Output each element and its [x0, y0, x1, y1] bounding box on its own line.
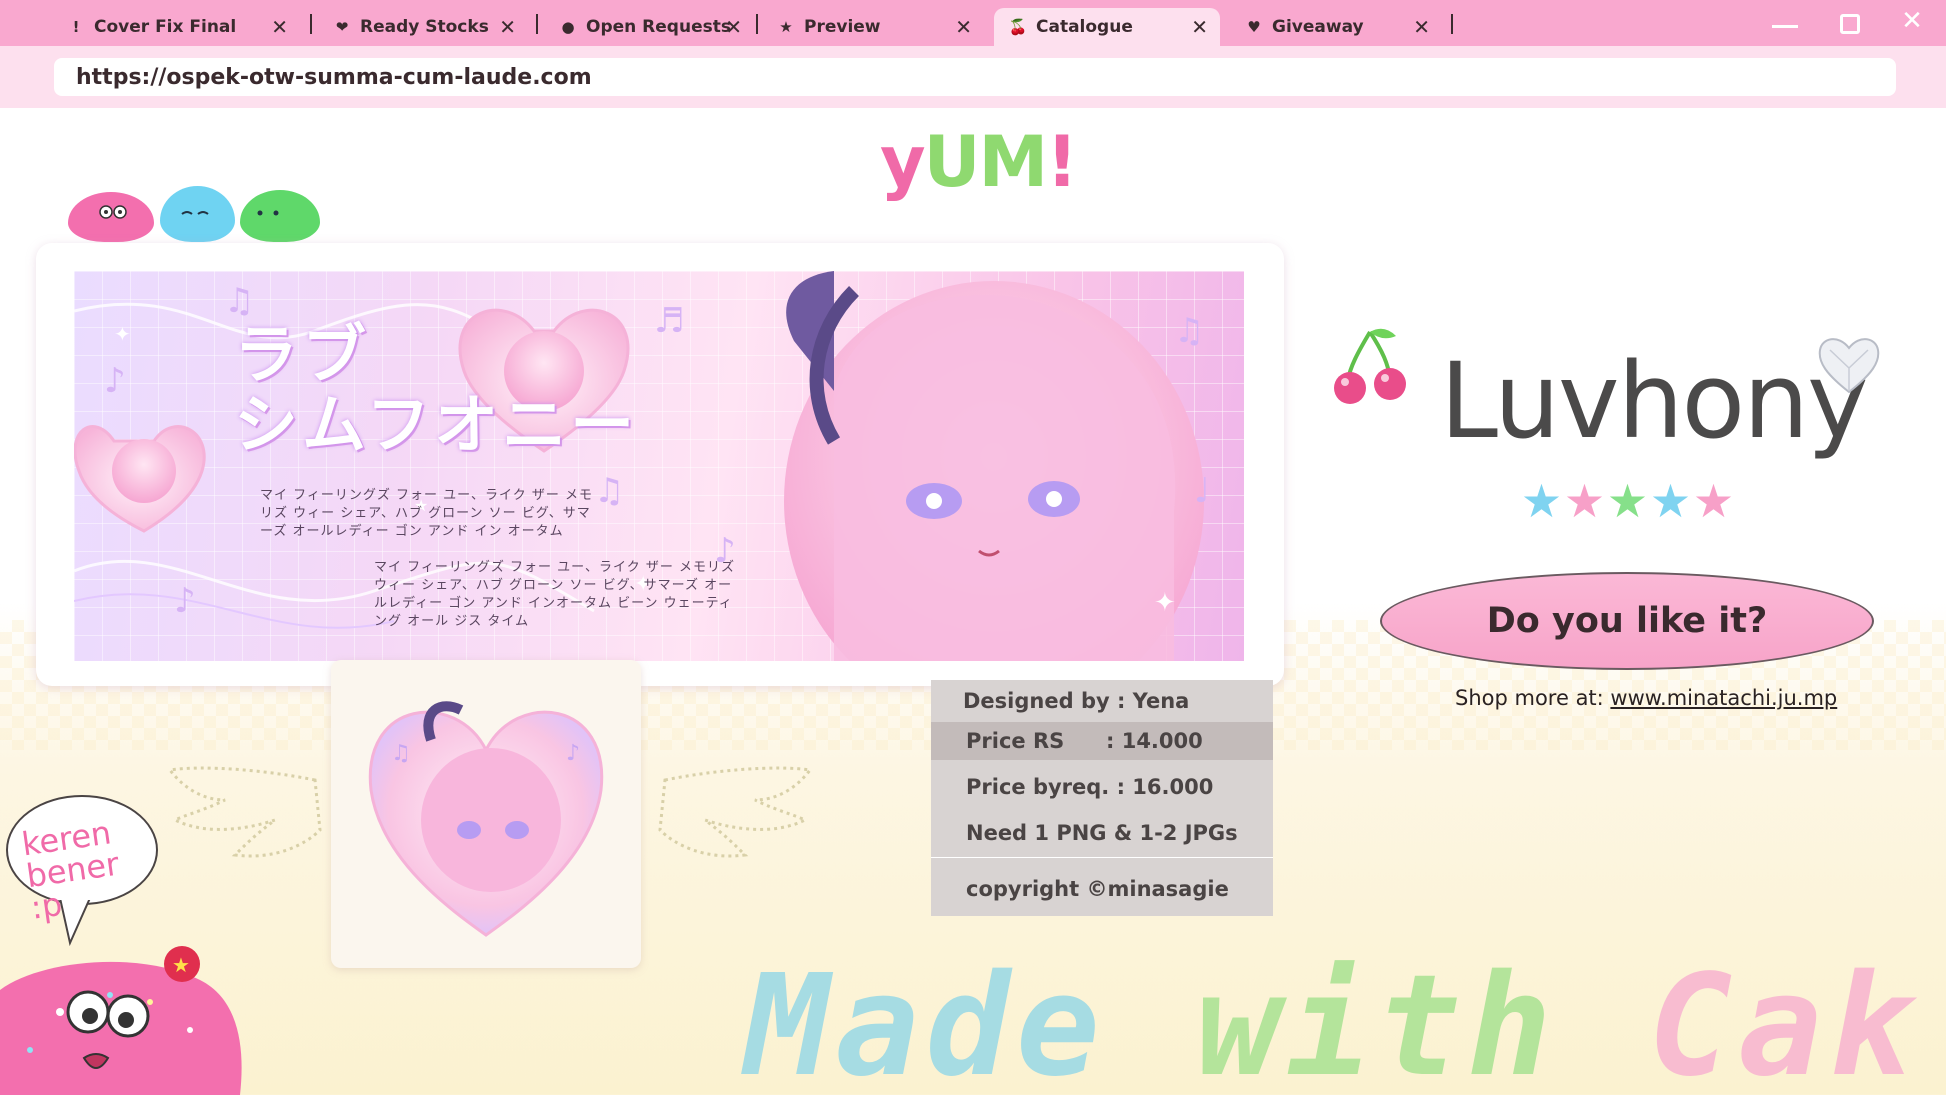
- url-field[interactable]: https://ospek-otw-summa-cum-laude.com: [54, 58, 1896, 96]
- cover-banner-image[interactable]: ✦ ✦ ✦ ★ ♫ ♪ ♬ ♫ ♪ ♫ ♪ ♩ ラブ シムフオニー マイ フィー…: [74, 271, 1244, 661]
- address-bar: https://ospek-otw-summa-cum-laude.com: [0, 46, 1946, 108]
- close-icon[interactable]: ✕: [1191, 15, 1208, 39]
- cherry-icon: 🍒: [1008, 18, 1028, 36]
- apple-icon: ●: [561, 18, 575, 36]
- tab-separator: [756, 14, 758, 34]
- tab-catalogue[interactable]: 🍒 Catalogue ✕: [994, 8, 1220, 46]
- tab-separator: [310, 14, 312, 34]
- tab-label: Preview: [804, 17, 881, 37]
- tab-label: Cover Fix Final: [94, 17, 237, 37]
- tab-cover-fix-final[interactable]: ! Cover Fix Final ✕: [52, 8, 300, 46]
- price-rs-row: Price RS : 14.000: [931, 722, 1273, 760]
- right-wing-icon: [658, 766, 813, 858]
- site-logo[interactable]: yUM!: [880, 122, 1078, 202]
- price-rs-value: : 14.000: [1106, 729, 1203, 753]
- heart-icon: ❤: [335, 18, 349, 36]
- like-button[interactable]: Do you like it?: [1380, 572, 1874, 670]
- star-icon: ★: [1606, 474, 1649, 528]
- close-icon[interactable]: ✕: [1413, 15, 1430, 39]
- music-note-icon: ♬: [654, 301, 685, 341]
- minimize-icon[interactable]: [1772, 25, 1798, 28]
- shop-more-text: Shop more at: www.minatachi.ju.mp: [1455, 686, 1838, 710]
- thumbnail-card[interactable]: ♫ ♪: [331, 660, 641, 968]
- tab-preview[interactable]: ★ Preview ✕: [762, 8, 984, 46]
- rating-stars: ★ ★ ★ ★ ★: [1520, 478, 1735, 524]
- close-window-icon[interactable]: ✕: [1892, 6, 1932, 36]
- tab-separator: [536, 14, 538, 34]
- tab-giveaway[interactable]: ♥ Giveaway ✕: [1230, 8, 1442, 46]
- close-icon[interactable]: ✕: [499, 15, 516, 39]
- music-note-icon: ♪: [104, 361, 126, 401]
- diamond-heart-icon: [1818, 338, 1880, 394]
- requirements-text: Need 1 PNG & 1-2 JPGs: [966, 821, 1238, 845]
- product-info-panel: Designed by : Yena Price RS : 14.000 Pri…: [931, 680, 1273, 916]
- music-note-icon: ♫: [224, 281, 255, 321]
- designer-text: Designed by : Yena: [963, 689, 1190, 713]
- heart-icon-preview: ♫ ♪: [368, 701, 604, 937]
- svg-text:✦: ✦: [1154, 588, 1176, 618]
- price-byreq-text: Price byreq. : 16.000: [966, 775, 1214, 799]
- tab-separator: [1451, 14, 1453, 34]
- price-rs-label: Price RS: [966, 729, 1065, 753]
- made-with-cake-art: Made with Cak: [745, 945, 1919, 1095]
- tab-open-requests[interactable]: ● Open Requests ✕: [544, 8, 754, 46]
- svg-text:★: ★: [172, 953, 190, 977]
- pink-slime-mascot-icon: ★: [0, 946, 242, 1095]
- svg-text:♫: ♫: [391, 741, 411, 766]
- star-icon: ★: [1520, 474, 1563, 528]
- shop-link[interactable]: www.minatachi.ju.mp: [1610, 686, 1837, 710]
- bubble-text: keren bener :p: [19, 813, 122, 927]
- music-note-icon: ♩: [1194, 471, 1211, 511]
- tab-label: Giveaway: [1272, 17, 1364, 37]
- exclamation-icon: !: [72, 18, 80, 36]
- slime-faces: [99, 205, 279, 219]
- tab-label: Catalogue: [1036, 17, 1133, 37]
- close-icon[interactable]: ✕: [271, 15, 288, 39]
- star-icon: ★: [1692, 474, 1735, 528]
- product-name: Luvhony: [1440, 340, 1869, 462]
- star-icon: ★: [1649, 474, 1692, 528]
- music-note-icon: ♫: [1174, 311, 1205, 351]
- star-icon: ★: [779, 18, 793, 36]
- tab-ready-stocks[interactable]: ❤ Ready Stocks ✕: [318, 8, 528, 46]
- banner-lyrics-2: マイ フィーリングズ フォー ユー、ライク ザー メモリズ ウィー シェア、ハブ…: [374, 560, 736, 629]
- tab-bar: ! Cover Fix Final ✕ ❤ Ready Stocks ✕ ● O…: [0, 0, 1946, 46]
- close-icon[interactable]: ✕: [725, 15, 742, 39]
- music-note-icon: ♪: [174, 581, 196, 621]
- tab-label: Ready Stocks: [360, 17, 489, 37]
- copyright-text: copyright ©minasagie: [966, 877, 1229, 901]
- banner-title: ラブ シムフオニー: [234, 319, 639, 463]
- left-wing-icon: [167, 766, 322, 858]
- banner-lyrics-1: マイ フィーリングズ フォー ユー、ライク ザー メモリズ ウィー シェア、ハブ…: [260, 488, 594, 539]
- star-icon: ★: [1563, 474, 1606, 528]
- maximize-icon[interactable]: [1840, 14, 1860, 34]
- tab-label: Open Requests: [586, 17, 731, 37]
- strawberry-icon: ♥: [1247, 18, 1261, 36]
- cherry-icon: [1334, 328, 1406, 404]
- close-icon[interactable]: ✕: [955, 15, 972, 39]
- svg-text:✦: ✦: [114, 322, 131, 346]
- info-divider: [931, 857, 1273, 858]
- svg-text:♪: ♪: [566, 741, 580, 766]
